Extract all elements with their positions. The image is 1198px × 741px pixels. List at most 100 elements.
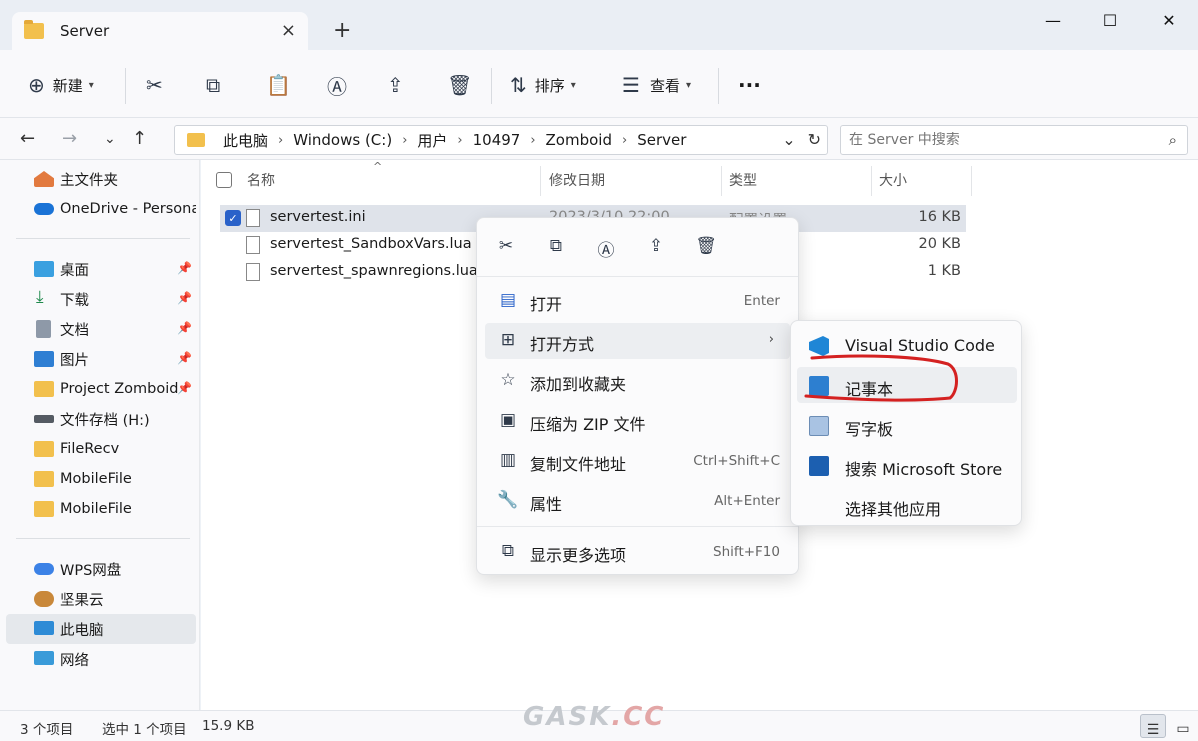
submenu-item-vscode[interactable]: Visual Studio Code bbox=[797, 327, 1017, 363]
context-menu: ✂ ⧉ Ⓐ ⇪ 🗑 ▤ 打开 Enter ⊞ 打开方式 › ☆ 添加到收藏夹 ▣… bbox=[476, 217, 799, 575]
more-button[interactable]: ··· bbox=[738, 70, 761, 100]
sidebar-item-label: 文档 bbox=[60, 322, 89, 339]
open-with-icon: ⊞ bbox=[500, 330, 516, 350]
recent-locations-chevron-icon[interactable]: ⌄ bbox=[104, 131, 116, 147]
sidebar-item-mobilefile-2[interactable]: MobileFile bbox=[6, 494, 196, 524]
pin-icon[interactable]: 📌 bbox=[177, 261, 192, 275]
menu-item-open-with[interactable]: ⊞ 打开方式 › bbox=[485, 323, 790, 359]
lua-file-icon bbox=[246, 236, 260, 254]
scissors-icon: ✂ bbox=[146, 73, 163, 97]
more-options-icon: ⧉ bbox=[501, 541, 515, 561]
select-all-checkbox[interactable] bbox=[216, 172, 232, 188]
up-arrow-icon[interactable]: ↑ bbox=[132, 128, 147, 149]
paste-button[interactable]: 📋 bbox=[266, 70, 291, 100]
delete-button[interactable]: 🗑 bbox=[447, 70, 472, 100]
close-tab-button[interactable]: × bbox=[281, 20, 296, 41]
file-name: servertest_SandboxVars.lua bbox=[270, 236, 472, 252]
pin-icon[interactable]: 📌 bbox=[177, 381, 192, 395]
sidebar-item-drive-h[interactable]: 文件存档 (H:) bbox=[6, 404, 196, 434]
breadcrumb-users[interactable]: 用户 bbox=[417, 130, 447, 151]
details-view-button[interactable]: ☰ bbox=[1140, 714, 1166, 738]
folder-icon bbox=[34, 381, 54, 397]
share-icon[interactable]: ⇪ bbox=[643, 236, 669, 260]
tiles-view-button[interactable]: ▭ bbox=[1170, 714, 1196, 738]
folder-icon bbox=[34, 501, 54, 517]
trash-icon: 🗑 bbox=[447, 73, 473, 97]
sidebar-item-project-zomboid[interactable]: Project Zomboid 📌 bbox=[6, 374, 196, 404]
search-box[interactable]: ⌕ bbox=[840, 125, 1188, 155]
column-header-name[interactable]: 名称 bbox=[247, 170, 275, 190]
sidebar-item-nutstore[interactable]: 坚果云 bbox=[6, 584, 196, 614]
copy-button[interactable]: ⧉ bbox=[206, 70, 220, 100]
column-divider[interactable] bbox=[971, 166, 972, 196]
submenu-item-microsoft-store[interactable]: 搜索 Microsoft Store bbox=[797, 447, 1017, 483]
row-checkbox[interactable]: ✓ bbox=[225, 210, 241, 226]
cut-button[interactable]: ✂ bbox=[146, 70, 163, 100]
close-window-button[interactable]: ✕ bbox=[1146, 6, 1192, 34]
new-tab-button[interactable]: + bbox=[333, 18, 351, 43]
breadcrumb-server[interactable]: Server bbox=[637, 131, 686, 149]
tab-server[interactable]: Server × bbox=[12, 12, 308, 50]
view-label: 查看 bbox=[649, 76, 680, 95]
sidebar-item-pictures[interactable]: 图片 📌 bbox=[6, 344, 196, 374]
document-icon bbox=[36, 320, 51, 338]
breadcrumb-10497[interactable]: 10497 bbox=[473, 131, 521, 149]
sidebar-item-home[interactable]: 主文件夹 bbox=[6, 164, 196, 194]
rename-icon[interactable]: Ⓐ bbox=[593, 236, 619, 261]
column-header-type[interactable]: 类型 bbox=[729, 170, 757, 190]
forward-arrow-icon[interactable]: → bbox=[62, 128, 77, 149]
submenu-item-wordpad[interactable]: 写字板 bbox=[797, 407, 1017, 443]
copy-icon[interactable]: ⧉ bbox=[543, 236, 569, 260]
menu-item-shortcut: Alt+Enter bbox=[714, 493, 780, 509]
sidebar-item-label: 下载 bbox=[60, 292, 89, 309]
refresh-icon[interactable]: ↻ bbox=[808, 130, 821, 149]
breadcrumb-this-pc[interactable]: 此电脑 bbox=[223, 130, 268, 151]
submenu-item-notepad[interactable]: 记事本 bbox=[797, 367, 1017, 403]
sidebar-item-mobilefile[interactable]: MobileFile bbox=[6, 464, 196, 494]
column-header-date[interactable]: 修改日期 bbox=[549, 170, 605, 190]
breadcrumb-windows-c[interactable]: Windows (C:) bbox=[293, 131, 392, 149]
share-button[interactable]: ⇪ bbox=[387, 70, 404, 100]
sidebar-item-network[interactable]: 网络 bbox=[6, 644, 196, 674]
download-icon: ⤓ bbox=[36, 287, 44, 307]
rename-button[interactable]: Ⓐ bbox=[327, 70, 347, 100]
search-input[interactable] bbox=[849, 132, 1149, 148]
sort-ascending-icon: ^ bbox=[373, 160, 383, 173]
menu-item-copy-path[interactable]: ▥ 复制文件地址 Ctrl+Shift+C bbox=[485, 443, 790, 479]
sidebar-item-desktop[interactable]: 桌面 📌 bbox=[6, 254, 196, 284]
sidebar-item-documents[interactable]: 文档 📌 bbox=[6, 314, 196, 344]
sidebar-item-downloads[interactable]: ⤓ 下载 📌 bbox=[6, 284, 196, 314]
pin-icon[interactable]: 📌 bbox=[177, 351, 192, 365]
folder-icon bbox=[34, 441, 54, 457]
pin-icon[interactable]: 📌 bbox=[177, 321, 192, 335]
rename-icon: Ⓐ bbox=[327, 74, 347, 99]
sidebar-item-onedrive[interactable]: OneDrive - Personal bbox=[6, 194, 196, 224]
menu-item-properties[interactable]: 🔧 属性 Alt+Enter bbox=[485, 483, 790, 519]
column-divider[interactable] bbox=[871, 166, 872, 196]
column-divider[interactable] bbox=[540, 166, 541, 196]
pin-icon[interactable]: 📌 bbox=[177, 291, 192, 305]
sort-button[interactable]: ⇅ 排序 ▾ bbox=[510, 70, 576, 100]
sidebar-item-wps-cloud[interactable]: WPS网盘 bbox=[6, 554, 196, 584]
breadcrumb-zomboid[interactable]: Zomboid bbox=[546, 131, 612, 149]
address-bar[interactable]: 此电脑 › Windows (C:) › 用户 › 10497 › Zomboi… bbox=[174, 125, 828, 155]
computer-icon bbox=[34, 621, 54, 635]
back-arrow-icon[interactable]: ← bbox=[20, 128, 35, 149]
column-divider[interactable] bbox=[721, 166, 722, 196]
trash-icon[interactable]: 🗑 bbox=[693, 236, 719, 260]
title-bar: Server × + — ☐ ✕ bbox=[0, 0, 1198, 50]
view-button[interactable]: ☰ 查看 ▾ bbox=[622, 70, 691, 100]
sidebar-item-filerecv[interactable]: FileRecv bbox=[6, 434, 196, 464]
address-history-chevron-icon[interactable]: ⌄ bbox=[782, 130, 795, 149]
menu-item-open[interactable]: ▤ 打开 Enter bbox=[485, 283, 790, 319]
menu-item-compress-zip[interactable]: ▣ 压缩为 ZIP 文件 bbox=[485, 403, 790, 439]
minimize-button[interactable]: — bbox=[1030, 6, 1076, 34]
maximize-button[interactable]: ☐ bbox=[1087, 6, 1133, 34]
menu-item-show-more-options[interactable]: ⧉ 显示更多选项 Shift+F10 bbox=[485, 534, 790, 570]
new-button[interactable]: ⊕ 新建 ▾ bbox=[28, 70, 94, 100]
menu-item-add-favorites[interactable]: ☆ 添加到收藏夹 bbox=[485, 363, 790, 399]
cut-icon[interactable]: ✂ bbox=[493, 236, 519, 260]
submenu-item-choose-other-app[interactable]: 选择其他应用 bbox=[797, 487, 1017, 523]
column-header-size[interactable]: 大小 bbox=[879, 170, 907, 190]
sidebar-item-this-pc[interactable]: 此电脑 bbox=[6, 614, 196, 644]
